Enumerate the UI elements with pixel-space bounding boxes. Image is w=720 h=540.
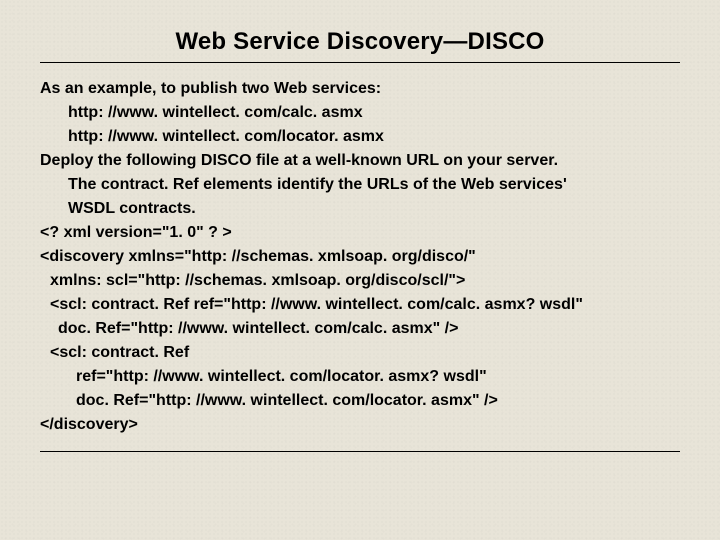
body-line: WSDL contracts. xyxy=(40,197,680,221)
body-line: As an example, to publish two Web servic… xyxy=(40,77,680,101)
body-line: http: //www. wintellect. com/calc. asmx xyxy=(40,101,680,125)
body-line: <scl: contract. Ref ref="http: //www. wi… xyxy=(40,293,680,317)
body-line: The contract. Ref elements identify the … xyxy=(40,173,680,197)
body-line: doc. Ref="http: //www. wintellect. com/c… xyxy=(40,317,680,341)
body-line: </discovery> xyxy=(40,413,680,437)
body-line: <scl: contract. Ref xyxy=(40,341,680,365)
body-line: http: //www. wintellect. com/locator. as… xyxy=(40,125,680,149)
body-line: ref="http: //www. wintellect. com/locato… xyxy=(40,365,680,389)
body-line: xmlns: scl="http: //schemas. xmlsoap. or… xyxy=(40,269,680,293)
divider-bottom xyxy=(40,451,680,452)
body-line: <discovery xmlns="http: //schemas. xmlso… xyxy=(40,245,680,269)
body-line: doc. Ref="http: //www. wintellect. com/l… xyxy=(40,389,680,413)
body-line: Deploy the following DISCO file at a wel… xyxy=(40,149,680,173)
divider-top xyxy=(40,62,680,63)
slide-title: Web Service Discovery—DISCO xyxy=(40,28,680,56)
slide-body: As an example, to publish two Web servic… xyxy=(40,77,680,437)
body-line: <? xml version="1. 0" ? > xyxy=(40,221,680,245)
slide: Web Service Discovery—DISCO As an exampl… xyxy=(0,0,720,540)
